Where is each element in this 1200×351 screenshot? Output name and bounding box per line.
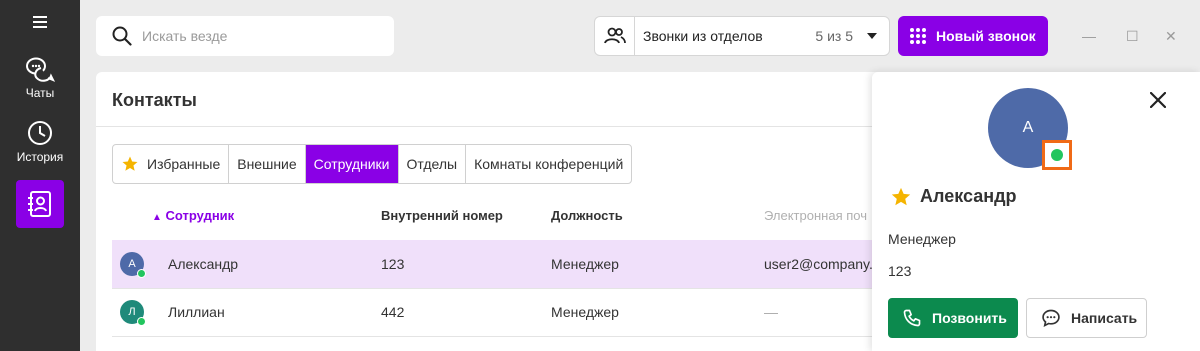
column-header-employee[interactable]: ▲ Сотрудник	[152, 208, 234, 223]
tab-conference-rooms[interactable]: Комнаты конференций	[466, 145, 631, 183]
search-input[interactable]	[142, 28, 372, 44]
minimize-icon[interactable]: —	[1082, 28, 1096, 44]
message-button-label: Написать	[1071, 310, 1138, 326]
cell-email: user2@company.	[764, 256, 873, 272]
online-status-icon	[137, 269, 146, 278]
people-icon	[595, 17, 635, 55]
sidebar-item-label: Чаты	[25, 86, 55, 100]
cell-email: —	[764, 304, 778, 320]
new-call-button[interactable]: Новый звонок	[898, 16, 1048, 56]
online-status-icon	[137, 317, 146, 326]
sidebar-item-label: История	[16, 150, 64, 164]
table-row[interactable]: А Александр 123 Менеджер user2@company.	[112, 240, 873, 288]
contacts-icon	[28, 191, 51, 217]
tab-departments[interactable]: Отделы	[399, 145, 467, 183]
column-header-position[interactable]: Должность	[551, 208, 623, 223]
contacts-tabs: Избранные Внешние Сотрудники Отделы Комн…	[112, 144, 633, 184]
new-call-label: Новый звонок	[936, 28, 1036, 44]
star-icon	[122, 156, 138, 171]
tab-external[interactable]: Внешние	[229, 145, 306, 183]
sidebar-item-history[interactable]: История	[0, 120, 80, 164]
online-status-indicator	[1042, 140, 1072, 170]
contact-extension: 123	[888, 263, 912, 279]
page-title: Контакты	[112, 90, 197, 110]
dial-pad-icon	[910, 28, 926, 44]
avatar: Л	[120, 300, 146, 326]
message-button[interactable]: Написать	[1026, 298, 1147, 338]
cell-extension: 442	[381, 304, 405, 320]
column-header-extension[interactable]: Внутренний номер	[381, 208, 503, 223]
tab-label: Избранные	[147, 156, 221, 172]
chevron-down-icon[interactable]	[867, 33, 877, 39]
close-window-icon[interactable]: ✕	[1165, 28, 1177, 45]
cell-name: Лиллиан	[168, 304, 225, 320]
cell-position: Менеджер	[551, 304, 619, 320]
tab-favorites[interactable]: Избранные	[113, 145, 230, 183]
close-icon[interactable]	[1150, 92, 1166, 108]
tab-label: Сотрудники	[313, 156, 390, 172]
search-icon	[112, 26, 132, 46]
call-button-label: Позвонить	[932, 310, 1007, 326]
menu-icon[interactable]	[33, 16, 47, 28]
tab-label: Отделы	[406, 156, 458, 172]
tab-employees[interactable]: Сотрудники	[305, 145, 399, 183]
cell-position: Менеджер	[551, 256, 619, 272]
department-filter-dropdown[interactable]: Звонки из отделов 5 из 5	[594, 16, 890, 56]
contact-name: Александр	[920, 186, 1017, 206]
maximize-icon[interactable]: ☐	[1126, 28, 1139, 45]
tab-label: Внешние	[237, 156, 297, 172]
column-header-email[interactable]: Электронная поч	[764, 208, 867, 223]
row-divider	[112, 336, 872, 337]
contact-details-card: А Александр Менеджер 123 Позвонить Напис…	[872, 72, 1200, 351]
department-filter-label: Звонки из отделов	[643, 28, 763, 44]
avatar: А	[120, 252, 146, 278]
sort-asc-icon: ▲	[152, 212, 162, 223]
contact-position: Менеджер	[888, 231, 956, 247]
clock-icon	[28, 121, 52, 145]
call-button[interactable]: Позвонить	[888, 298, 1018, 338]
sidebar-item-contacts[interactable]	[16, 180, 64, 228]
chat-icon	[26, 57, 55, 82]
search-bar[interactable]	[96, 16, 394, 56]
star-icon[interactable]	[890, 186, 912, 208]
cell-extension: 123	[381, 256, 405, 272]
sidebar: Чаты История	[0, 0, 80, 351]
department-filter-count: 5 из 5	[815, 28, 853, 44]
message-icon	[1042, 309, 1060, 328]
cell-name: Александр	[168, 256, 239, 272]
sidebar-item-chats[interactable]: Чаты	[0, 56, 80, 100]
phone-icon	[903, 309, 921, 327]
table-row[interactable]: Л Лиллиан 442 Менеджер —	[112, 288, 872, 336]
tab-label: Комнаты конференций	[474, 156, 624, 172]
